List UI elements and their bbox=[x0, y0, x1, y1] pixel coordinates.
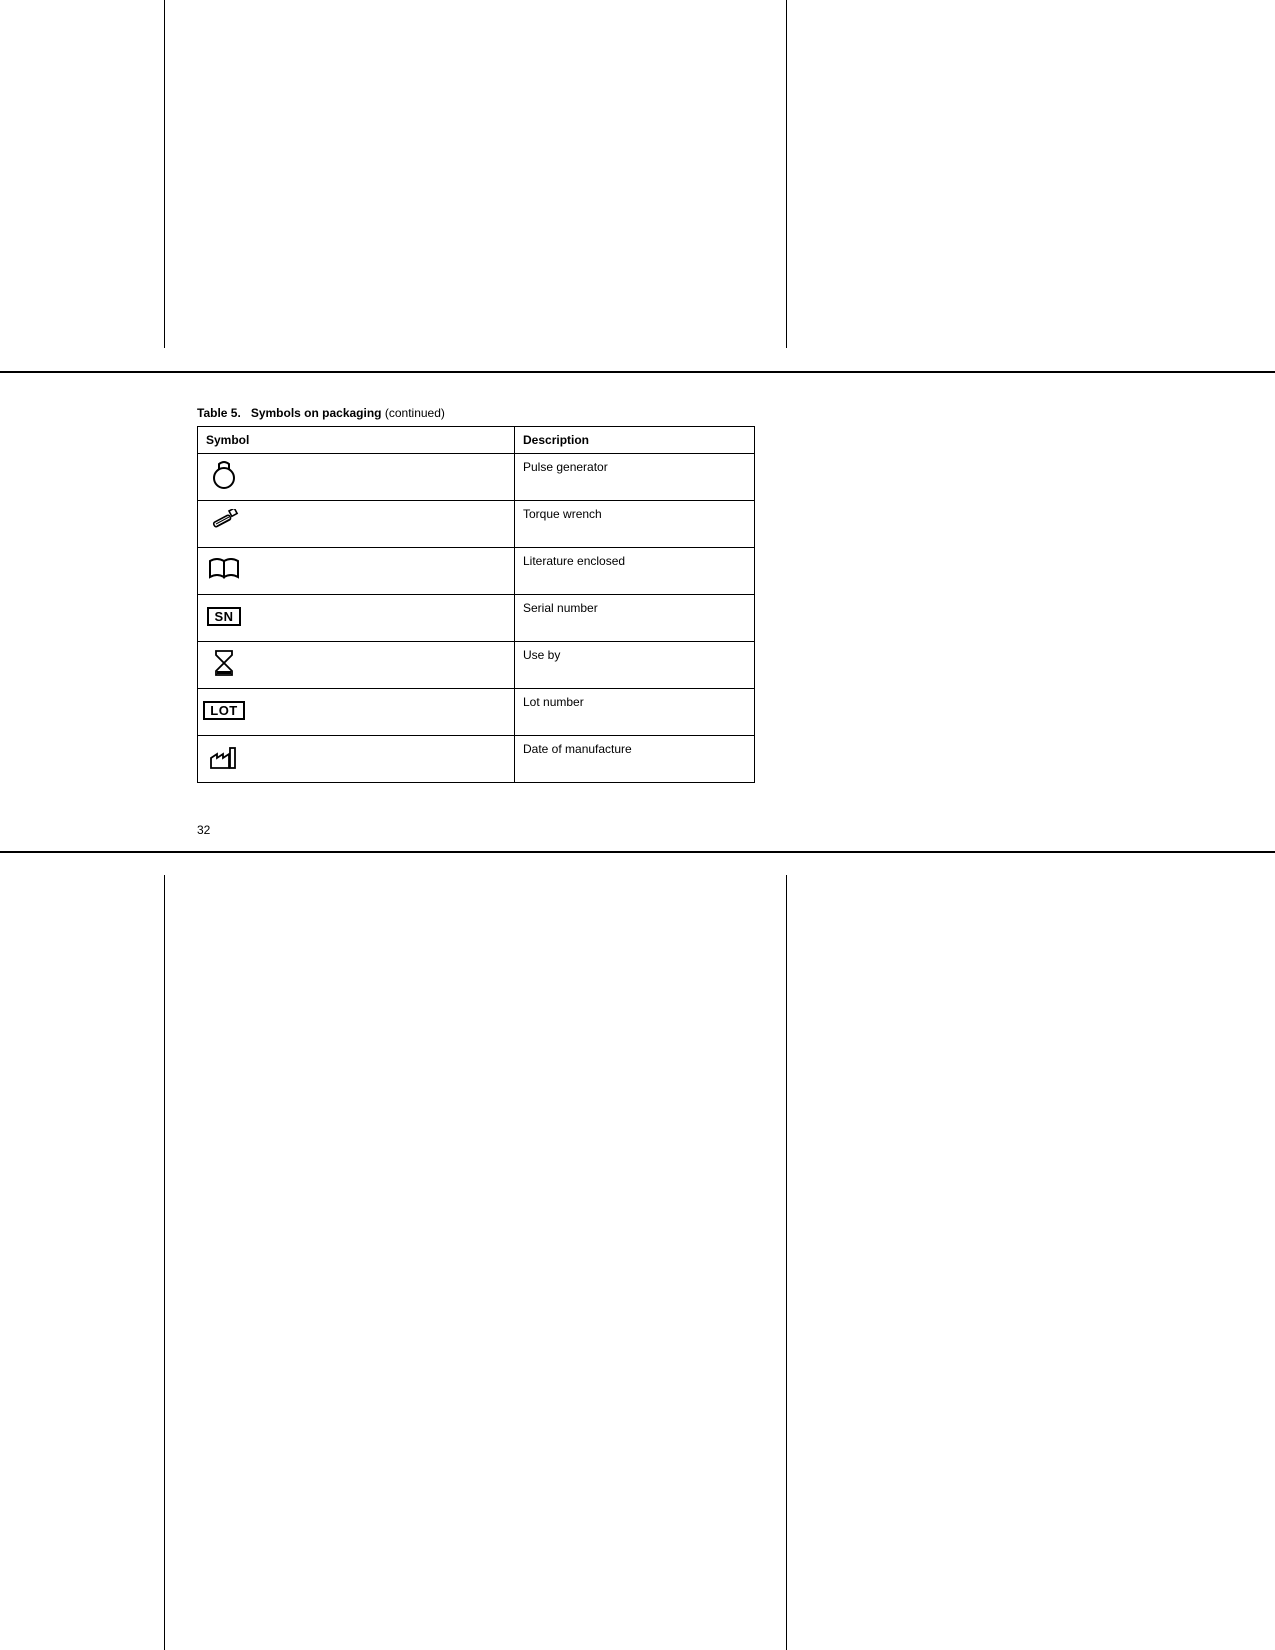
table-row: Literature enclosed bbox=[198, 548, 755, 595]
table-row: SN Serial number bbox=[198, 595, 755, 642]
table-row: LOT Lot number bbox=[198, 689, 755, 736]
table-caption: Table 5. Symbols on packaging (continued… bbox=[197, 406, 755, 420]
frame-line bbox=[164, 875, 165, 1650]
page: Table 5. Symbols on packaging (continued… bbox=[0, 0, 1275, 1650]
description-cell: Torque wrench bbox=[515, 501, 755, 548]
symbol-cell: LOT bbox=[198, 689, 515, 736]
frame-line bbox=[786, 0, 787, 348]
header-symbol: Symbol bbox=[198, 427, 515, 454]
description-cell: Literature enclosed bbox=[515, 548, 755, 595]
table-row: Date of manufacture bbox=[198, 736, 755, 783]
symbol-cell: SN bbox=[198, 595, 515, 642]
table-row: Pulse generator bbox=[198, 454, 755, 501]
header-description: Description bbox=[515, 427, 755, 454]
page-number: 32 bbox=[197, 823, 755, 837]
description-cell: Date of manufacture bbox=[515, 736, 755, 783]
description-cell: Use by bbox=[515, 642, 755, 689]
table-row: Torque wrench bbox=[198, 501, 755, 548]
description-cell: Lot number bbox=[515, 689, 755, 736]
symbol-cell bbox=[198, 548, 515, 595]
book-icon bbox=[206, 554, 242, 584]
description-cell: Serial number bbox=[515, 595, 755, 642]
symbols-table: Symbol Description Pulse generator bbox=[197, 426, 755, 783]
symbol-cell bbox=[198, 736, 515, 783]
factory-icon bbox=[206, 742, 242, 772]
table-row: Use by bbox=[198, 642, 755, 689]
lot-box-icon: LOT bbox=[206, 695, 242, 725]
crop-mark bbox=[0, 371, 1275, 373]
lot-box-text: LOT bbox=[203, 701, 245, 720]
frame-line bbox=[164, 0, 165, 348]
frame-line bbox=[786, 875, 787, 1650]
caption-title: Symbols on packaging bbox=[251, 406, 382, 420]
symbol-cell bbox=[198, 642, 515, 689]
pulse-generator-icon bbox=[206, 460, 242, 490]
symbol-cell bbox=[198, 454, 515, 501]
crop-mark bbox=[0, 851, 1275, 853]
description-cell: Pulse generator bbox=[515, 454, 755, 501]
sn-box-icon: SN bbox=[206, 601, 242, 631]
torque-wrench-icon bbox=[206, 507, 242, 537]
sn-box-text: SN bbox=[207, 607, 240, 626]
symbol-cell bbox=[198, 501, 515, 548]
caption-label: Table 5. bbox=[197, 406, 241, 420]
caption-suffix: (continued) bbox=[385, 406, 445, 420]
hourglass-icon bbox=[206, 648, 242, 678]
table-header-row: Symbol Description bbox=[198, 427, 755, 454]
content-block: Table 5. Symbols on packaging (continued… bbox=[197, 406, 755, 837]
